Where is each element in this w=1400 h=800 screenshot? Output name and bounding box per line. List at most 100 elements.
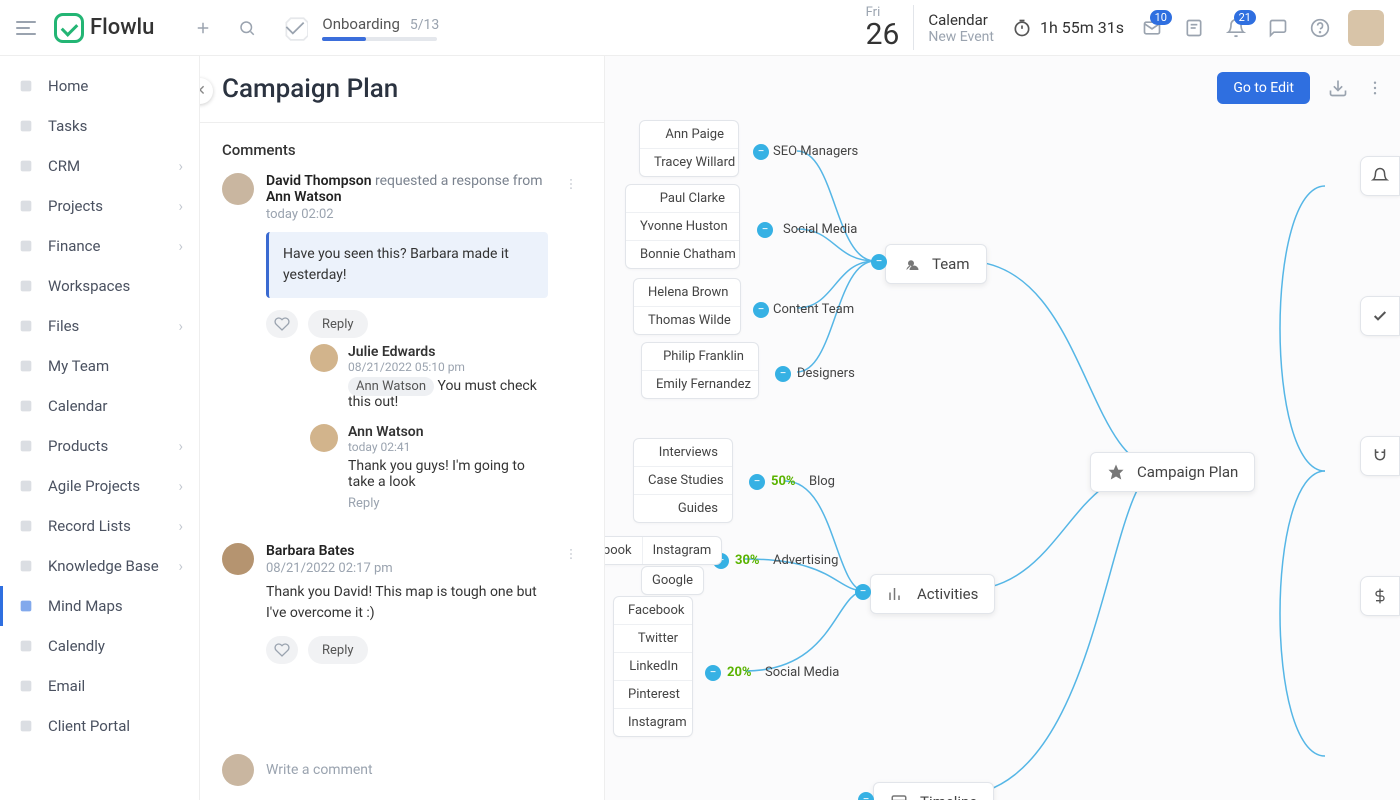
node-label[interactable]: Social Media	[783, 222, 857, 237]
leaf: Pinterest	[614, 681, 692, 709]
leaf: Instagram	[614, 709, 692, 736]
calendar-new-event[interactable]: New Event	[928, 29, 994, 45]
onboarding-widget[interactable]: Onboarding 5/13	[282, 15, 439, 41]
node-label[interactable]: Social Media	[765, 665, 839, 680]
comment-menu-icon[interactable]	[560, 543, 582, 664]
chat-icon[interactable]	[1268, 18, 1288, 38]
help-icon[interactable]	[1310, 18, 1330, 38]
chevron-right-icon: ›	[178, 557, 183, 575]
mindmap-leaf-stack[interactable]: Facebook Twitter LinkedIn Pinterest Inst…	[613, 596, 693, 737]
sidebar-item-calendar[interactable]: Calendar	[0, 386, 199, 426]
hamburger-menu[interactable]	[16, 21, 36, 35]
node-label[interactable]: Blog	[809, 474, 835, 489]
reply-link[interactable]: Reply	[348, 496, 548, 511]
more-icon[interactable]	[1366, 79, 1384, 97]
header-date[interactable]: Fri 26	[866, 5, 915, 50]
mindmap-canvas[interactable]: Campaign Plan Team − Activities − Timeli…	[605, 56, 1400, 800]
comment-time: today 02:02	[266, 207, 548, 222]
mindmap-leaf-stack[interactable]: Helena Brown Thomas Wilde	[633, 278, 741, 335]
leaf: LinkedIn	[614, 653, 692, 681]
node-label[interactable]: Designers	[797, 366, 855, 381]
user-avatar[interactable]	[1348, 10, 1384, 46]
collapse-toggle[interactable]: −	[855, 584, 871, 600]
brand-logo[interactable]: Flowlu	[54, 13, 154, 43]
sidebar-icon	[16, 476, 36, 496]
node-label[interactable]: Advertising	[773, 553, 838, 568]
tool-magnet-icon[interactable]	[1360, 436, 1400, 476]
sidebar-item-calendly[interactable]: Calendly	[0, 626, 199, 666]
reply-time: 08/21/2022 05:10 pm	[348, 360, 548, 374]
chevron-right-icon: ›	[178, 517, 183, 535]
mindmap-node-activities[interactable]: Activities	[870, 574, 995, 614]
sidebar-item-client-portal[interactable]: Client Portal	[0, 706, 199, 746]
collapse-toggle[interactable]: −	[775, 366, 791, 382]
tool-notify-icon[interactable]	[1360, 156, 1400, 196]
reply-button[interactable]: Reply	[308, 636, 368, 664]
mindmap-leaf-stack[interactable]: Paul Clarke Yvonne Huston Bonnie Chatham	[625, 184, 740, 269]
sidebar-icon	[16, 716, 36, 736]
team-icon	[902, 255, 920, 273]
mindmap-node-team[interactable]: Team	[885, 244, 987, 284]
mention[interactable]: Ann Watson	[348, 377, 434, 396]
reply-button[interactable]: Reply	[308, 310, 368, 338]
sidebar-item-files[interactable]: Files›	[0, 306, 199, 346]
reply-item: Ann Watsontoday 02:41Thank you guys! I'm…	[310, 424, 548, 511]
bell-icon[interactable]: 21	[1226, 18, 1246, 38]
collapse-toggle[interactable]: −	[757, 222, 773, 238]
collapse-toggle[interactable]: −	[749, 474, 765, 490]
mindmap-node-timeline[interactable]: Timeline	[873, 782, 994, 800]
download-icon[interactable]	[1328, 78, 1348, 98]
tool-dollar-icon[interactable]	[1360, 576, 1400, 616]
collapse-toggle[interactable]: −	[753, 302, 769, 318]
like-button[interactable]	[266, 310, 298, 338]
node-label[interactable]: Content Team	[773, 302, 854, 317]
like-button[interactable]	[266, 636, 298, 664]
inbox-icon[interactable]: 10	[1142, 18, 1162, 38]
sidebar-label: Files	[48, 317, 79, 335]
comment-author: Barbara Bates	[266, 543, 354, 559]
sidebar-item-crm[interactable]: CRM›	[0, 146, 199, 186]
collapse-toggle[interactable]: −	[871, 254, 887, 270]
tool-check-icon[interactable]	[1360, 296, 1400, 336]
notes-icon[interactable]	[1184, 18, 1204, 38]
reply-author: Ann Watson	[348, 424, 548, 440]
sidebar-label: My Team	[48, 357, 109, 375]
node-label[interactable]: SEO Managers	[773, 144, 858, 159]
mindmap-leaf-stack[interactable]: Philip Franklin Emily Fernandez	[641, 342, 759, 399]
header-timer[interactable]: 1h 55m 31s	[1012, 18, 1124, 38]
reply-item: Julie Edwards08/21/2022 05:10 pmAnn Wats…	[310, 344, 548, 410]
sidebar-item-tasks[interactable]: Tasks	[0, 106, 199, 146]
mindmap-leaf-stack[interactable]: Ann Paige Tracey Willard	[639, 120, 739, 177]
leaf: ebook	[605, 537, 643, 564]
sidebar-item-knowledge-base[interactable]: Knowledge Base›	[0, 546, 199, 586]
mindmap-leaf-stack[interactable]: ebook Instagram	[605, 536, 722, 565]
sidebar-item-finance[interactable]: Finance›	[0, 226, 199, 266]
sidebar-item-mind-maps[interactable]: Mind Maps	[0, 586, 199, 626]
mindmap-leaf-stack[interactable]: Interviews Case Studies Guides	[633, 438, 733, 523]
search-icon[interactable]	[238, 19, 256, 37]
go-to-edit-button[interactable]: Go to Edit	[1217, 72, 1310, 104]
sidebar-item-agile-projects[interactable]: Agile Projects›	[0, 466, 199, 506]
sidebar-item-home[interactable]: Home	[0, 66, 199, 106]
sidebar-item-products[interactable]: Products›	[0, 426, 199, 466]
collapse-toggle[interactable]: −	[753, 144, 769, 160]
add-icon[interactable]	[194, 19, 212, 37]
sidebar-item-my-team[interactable]: My Team	[0, 346, 199, 386]
leaf: Bonnie Chatham	[626, 241, 739, 268]
sidebar-item-record-lists[interactable]: Record Lists›	[0, 506, 199, 546]
header-calendar[interactable]: Calendar New Event	[928, 11, 994, 45]
comment-input[interactable]	[266, 762, 582, 778]
sidebar-label: Home	[48, 77, 88, 95]
collapse-toggle[interactable]: −	[705, 665, 721, 681]
sidebar-item-email[interactable]: Email	[0, 666, 199, 706]
sidebar-icon	[16, 276, 36, 296]
chevron-right-icon: ›	[178, 437, 183, 455]
sidebar-item-projects[interactable]: Projects›	[0, 186, 199, 226]
comment-menu-icon[interactable]	[560, 173, 582, 525]
node-label: Activities	[917, 585, 978, 603]
star-icon	[1107, 463, 1125, 481]
sidebar-item-workspaces[interactable]: Workspaces	[0, 266, 199, 306]
mindmap-leaf[interactable]: Google	[641, 566, 704, 595]
sidebar-icon	[16, 356, 36, 376]
mindmap-root[interactable]: Campaign Plan	[1090, 452, 1255, 492]
